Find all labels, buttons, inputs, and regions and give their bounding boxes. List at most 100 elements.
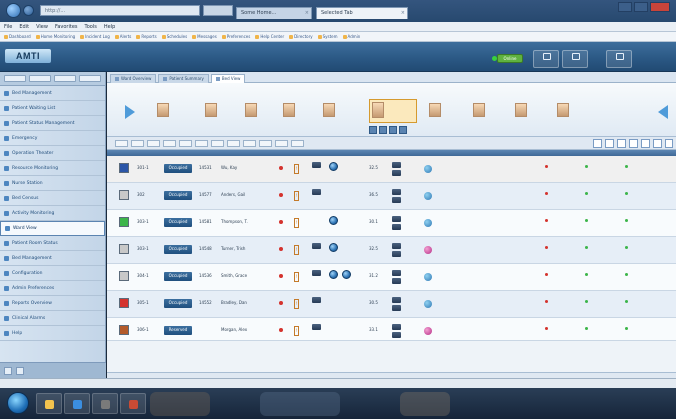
tab-bed-view[interactable]: Bed View (210, 74, 246, 83)
patient-name[interactable]: Anders, Gail (221, 192, 255, 197)
carousel-control[interactable] (389, 126, 397, 134)
filter-button[interactable] (195, 140, 208, 147)
sidebar-tool-button[interactable] (29, 75, 51, 82)
table-row[interactable]: 301-1 Occupied 14531 Wu, Kay! 32.5 (107, 156, 676, 183)
taskbar-app[interactable] (92, 393, 118, 414)
favorite-link[interactable]: Messages (192, 32, 217, 41)
patient-name[interactable]: Bradley, Dan (221, 300, 255, 305)
alert-icon[interactable]: ! (294, 245, 299, 255)
browser-tab[interactable]: Some Home... × (236, 7, 312, 19)
filter-button[interactable] (211, 140, 224, 147)
filter-button[interactable] (243, 140, 256, 147)
close-tab-icon[interactable]: × (401, 8, 405, 19)
staff-card[interactable] (369, 99, 417, 123)
close-tab-icon[interactable]: × (305, 8, 309, 19)
staff-card[interactable] (283, 103, 327, 121)
menu-help[interactable]: Help (104, 22, 115, 31)
browser-tab-active[interactable]: Selected Tab × (316, 7, 408, 19)
favorite-link[interactable]: Reports (136, 32, 157, 41)
table-row[interactable]: 303-1 Occupied 14548 Turner, Trish! 32.5 (107, 237, 676, 264)
menu-edit[interactable]: Edit (19, 22, 29, 31)
table-row[interactable]: 302 Occupied 14577 Anders, Gail! 36.5 (107, 183, 676, 210)
settings-icon[interactable] (653, 139, 662, 148)
favorite-link[interactable]: Incident Log (80, 32, 110, 41)
sidebar-tool-button[interactable] (79, 75, 101, 82)
menu-tools[interactable]: Tools (85, 22, 97, 31)
filter-button[interactable] (147, 140, 160, 147)
status-badge[interactable]: Occupied (164, 272, 192, 281)
sidebar-item[interactable]: Help (0, 326, 105, 341)
alert-icon[interactable]: ! (294, 218, 299, 228)
sidebar-item[interactable]: Operation Theater (0, 146, 105, 161)
status-badge[interactable]: Online (497, 54, 523, 63)
alert-icon[interactable]: ! (294, 299, 299, 309)
filter-button[interactable] (291, 140, 304, 147)
status-badge[interactable]: Occupied (164, 299, 192, 308)
address-tools[interactable] (203, 5, 233, 16)
tab-patient-summary[interactable]: Patient Summary (158, 74, 209, 83)
carousel-control[interactable] (379, 126, 387, 134)
sidebar-item[interactable]: Bed Management (0, 86, 105, 101)
sidebar-item[interactable]: Admin Preferences (0, 281, 105, 296)
filter-button[interactable] (259, 140, 272, 147)
filter-button[interactable] (163, 140, 176, 147)
favorite-link[interactable]: Dashboard (4, 32, 31, 41)
favorite-link[interactable]: Alerts (114, 32, 131, 41)
tab-ward-overview[interactable]: Ward Overview (110, 74, 157, 83)
address-bar[interactable]: http://... (40, 5, 200, 16)
print-icon[interactable] (593, 139, 602, 148)
header-button-1[interactable] (533, 50, 559, 68)
status-badge[interactable]: Occupied (164, 218, 192, 227)
table-row[interactable]: 305-1 Occupied 14552 Bradley, Dan! 30.5 (107, 291, 676, 318)
alert-icon[interactable]: ! (294, 164, 299, 174)
start-button[interactable] (7, 392, 29, 414)
carousel-control[interactable] (399, 126, 407, 134)
edit-icon[interactable] (665, 139, 673, 148)
staff-card[interactable] (157, 103, 201, 121)
favorite-link[interactable]: Directory (289, 32, 313, 41)
filter-button[interactable] (115, 140, 128, 147)
status-badge[interactable]: Occupied (164, 164, 192, 173)
sidebar-item[interactable]: Nurse Station (0, 176, 105, 191)
favorite-link[interactable]: Schedules (161, 32, 187, 41)
sidebar-item[interactable]: Patient Waiting List (0, 101, 105, 116)
minimize-button[interactable] (618, 2, 632, 12)
menu-file[interactable]: File (4, 22, 12, 31)
refresh-icon[interactable] (641, 139, 650, 148)
export-icon[interactable] (605, 139, 614, 148)
favorite-link[interactable]: System (317, 32, 338, 41)
sidebar-tool-button[interactable] (54, 75, 76, 82)
table-row[interactable]: 303-1 Occupied 14581 Thompson, T.! 30.1 (107, 210, 676, 237)
staff-card[interactable] (515, 103, 559, 121)
favorite-link[interactable]: Preferences (221, 32, 250, 41)
grid-view-icon[interactable] (617, 139, 626, 148)
carousel-control[interactable] (369, 126, 377, 134)
sidebar-footer-button[interactable] (4, 367, 12, 375)
back-button[interactable] (6, 3, 21, 18)
sidebar-item[interactable]: Ward View (0, 221, 105, 236)
header-button-3[interactable] (606, 50, 632, 68)
staff-card[interactable] (429, 103, 473, 121)
forward-button[interactable] (23, 5, 34, 16)
filter-button[interactable] (275, 140, 288, 147)
header-button-2[interactable] (562, 50, 588, 68)
patient-name[interactable]: Turner, Trish (221, 246, 255, 251)
sidebar-item[interactable]: Reports Overview (0, 296, 105, 311)
patient-name[interactable]: Wu, Kay (221, 165, 255, 170)
alert-icon[interactable]: ! (294, 326, 299, 336)
maximize-button[interactable] (634, 2, 648, 12)
sidebar-item[interactable]: Emergency (0, 131, 105, 146)
sidebar-item[interactable]: Resource Monitoring (0, 161, 105, 176)
taskbar-app[interactable] (36, 393, 62, 414)
staff-card[interactable] (323, 103, 367, 121)
menu-favorites[interactable]: Favorites (55, 22, 78, 31)
favorite-link[interactable]: Help Center (255, 32, 284, 41)
sidebar-item[interactable]: Activity Monitoring (0, 206, 105, 221)
sidebar-item[interactable]: Clinical Alarms (0, 311, 105, 326)
sidebar-item[interactable]: Patient Room Status (0, 236, 105, 251)
staff-card[interactable] (205, 103, 249, 121)
close-window-button[interactable] (650, 2, 670, 12)
sidebar-footer-button[interactable] (16, 367, 24, 375)
alert-icon[interactable]: ! (294, 272, 299, 282)
table-row[interactable]: 306-1 Reserved Morgan, Alex! 33.1 (107, 318, 676, 341)
